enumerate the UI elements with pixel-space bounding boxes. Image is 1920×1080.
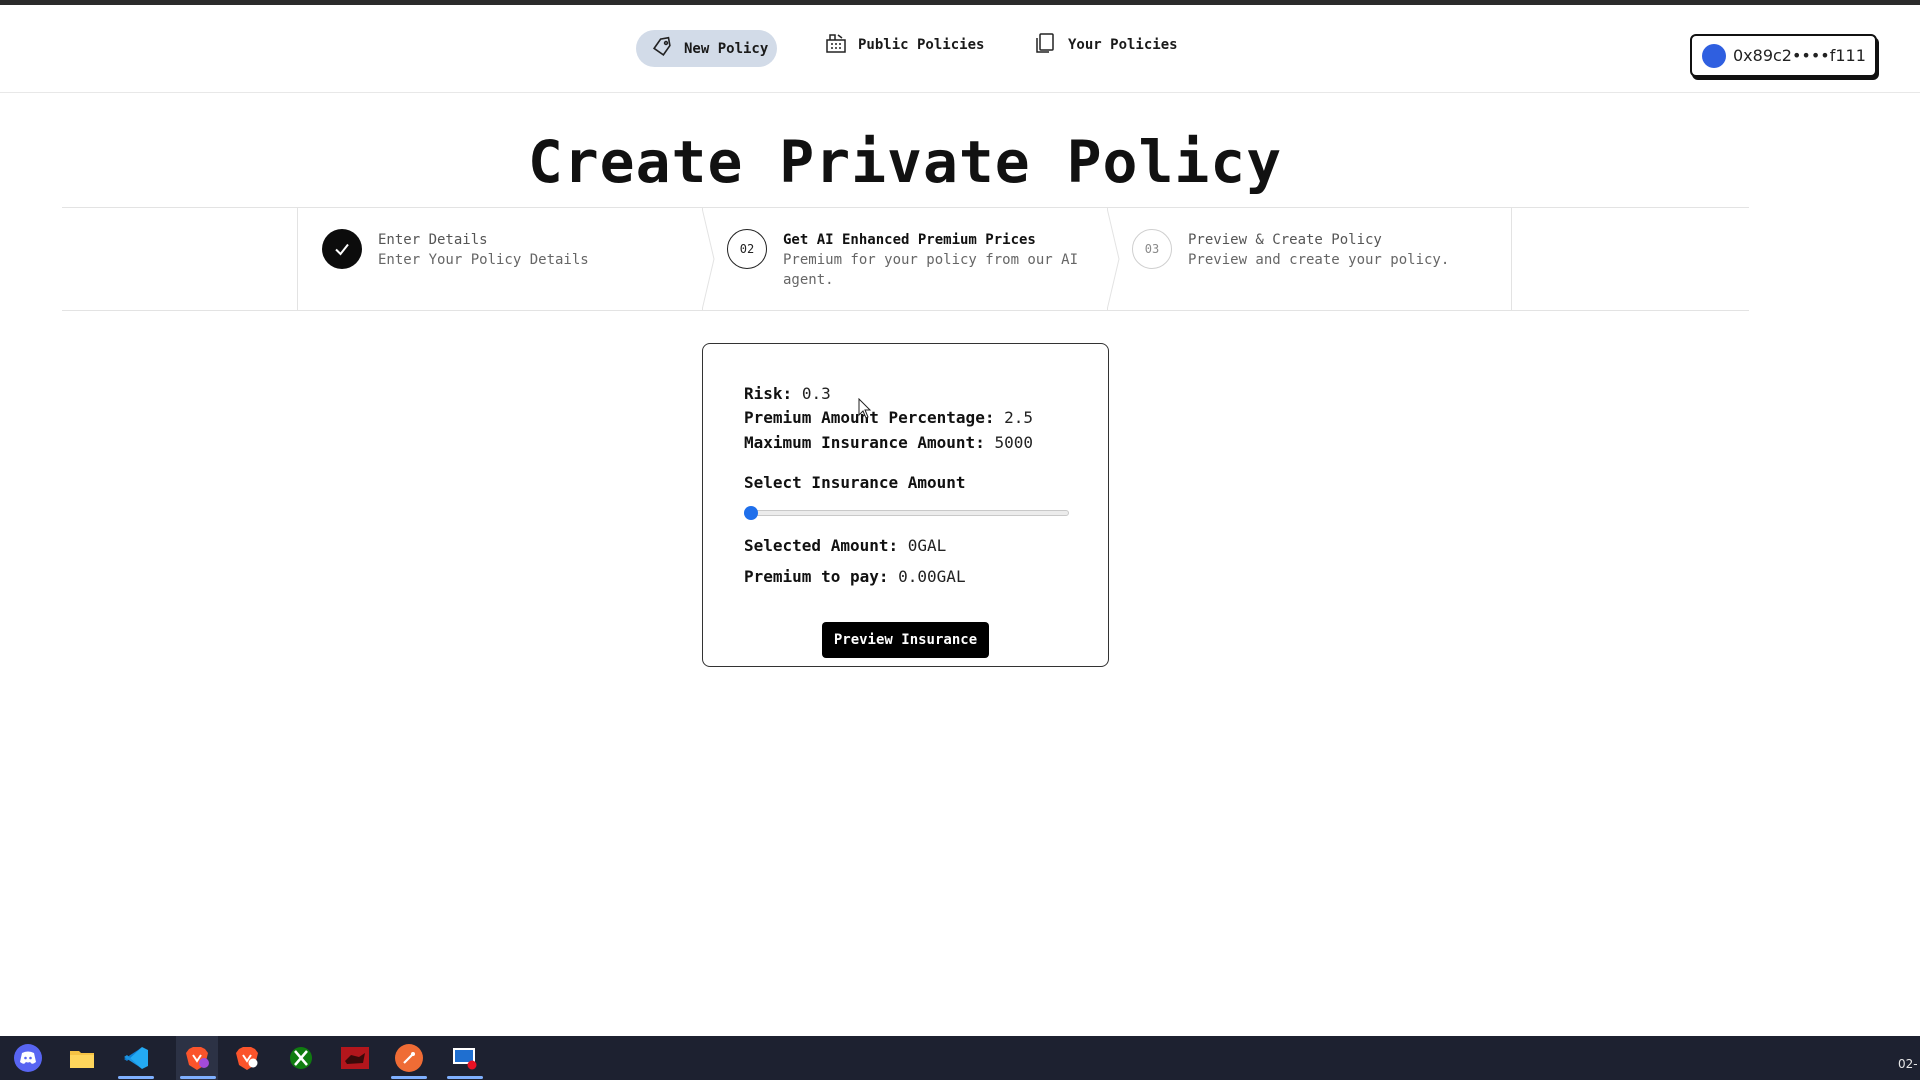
premium-percentage-row: Premium Amount Percentage: 2.5 — [744, 408, 1033, 427]
slider-track[interactable] — [744, 510, 1069, 516]
brave-browser-alt-icon[interactable] — [233, 1044, 261, 1072]
wallet-avatar-icon — [1702, 43, 1726, 68]
max-insurance-label: Maximum Insurance Amount: — [744, 433, 985, 452]
remote-desktop-running-indicator — [447, 1076, 483, 1079]
vscode-icon[interactable] — [122, 1044, 150, 1072]
os-taskbar: 02- — [0, 1036, 1920, 1080]
postman-icon[interactable] — [395, 1044, 423, 1072]
risk-row: Risk: 0.3 — [744, 384, 831, 403]
progress-stepper: Enter Details Enter Your Policy Details … — [62, 207, 1749, 311]
step-title: Preview & Create Policy — [1188, 232, 1382, 248]
step-number: 02 — [727, 229, 767, 269]
check-icon — [322, 229, 362, 269]
premium-to-pay-label: Premium to pay: — [744, 567, 889, 586]
slider-thumb[interactable] — [744, 506, 758, 520]
brave-browser-icon[interactable] — [183, 1044, 211, 1072]
step-description: Enter Your Policy Details — [378, 252, 589, 268]
wallet-address: 0x89c2••••f111 — [1733, 46, 1866, 65]
nav-public-policies-label: Public Policies — [858, 37, 985, 53]
premium-percentage-value: 2.5 — [1004, 408, 1033, 427]
wallet-button[interactable]: 0x89c2••••f111 — [1690, 34, 1877, 77]
step-number: 03 — [1132, 229, 1172, 269]
premium-quote-card: Risk: 0.3 Premium Amount Percentage: 2.5… — [702, 343, 1109, 667]
nav-public-policies[interactable]: Public Policies — [824, 30, 984, 60]
step-separator-chevron-icon — [1107, 208, 1120, 310]
building-icon — [824, 31, 848, 59]
selected-amount-label: Selected Amount: — [744, 536, 899, 555]
selected-amount-row: Selected Amount: 0GAL — [744, 536, 946, 555]
remote-desktop-icon[interactable] — [451, 1044, 479, 1072]
step-description: Preview and create your policy. — [1188, 252, 1450, 268]
step-enter-details: Enter Details Enter Your Policy Details — [297, 208, 702, 310]
tag-icon — [650, 35, 674, 63]
insurance-amount-slider[interactable] — [744, 506, 1069, 520]
vscode-running-indicator — [118, 1076, 154, 1079]
file-explorer-icon[interactable] — [68, 1044, 96, 1072]
nav-new-policy-label: New Policy — [684, 40, 769, 57]
preview-insurance-button[interactable]: Preview Insurance — [822, 622, 989, 658]
page-title: Create Private Policy — [527, 128, 1283, 196]
xbox-icon[interactable] — [287, 1044, 315, 1072]
select-amount-label: Select Insurance Amount — [744, 473, 966, 492]
step-description: Premium for your policy from our AI agen… — [783, 252, 1079, 288]
step-separator-chevron-icon — [702, 208, 715, 310]
nav-your-policies-label: Your Policies — [1068, 37, 1178, 53]
premium-to-pay-row: Premium to pay: 0.00GAL — [744, 567, 966, 586]
discord-icon[interactable] — [14, 1044, 42, 1072]
selected-amount-value: 0GAL — [907, 536, 947, 555]
nav-new-policy[interactable]: New Policy — [636, 30, 777, 67]
mouse-cursor-icon — [858, 398, 872, 419]
max-insurance-row: Maximum Insurance Amount: 5000 — [744, 433, 1033, 452]
step-ai-premium: 02 Get AI Enhanced Premium Prices Premiu… — [702, 208, 1107, 310]
risk-label: Risk: — [744, 384, 793, 403]
document-stack-icon — [1034, 31, 1058, 59]
premium-to-pay-value: 0.00GAL — [898, 567, 966, 586]
nav-your-policies[interactable]: Your Policies — [1034, 30, 1178, 60]
postman-running-indicator — [391, 1076, 427, 1079]
risk-value: 0.3 — [801, 384, 831, 403]
taskbar-clock: 02- — [1898, 1057, 1918, 1071]
max-insurance-value: 5000 — [994, 433, 1033, 452]
step-preview-create: 03 Preview & Create Policy Preview and c… — [1107, 208, 1512, 310]
step-title: Get AI Enhanced Premium Prices — [783, 232, 1036, 248]
step-title: Enter Details — [378, 232, 488, 248]
game-app-icon[interactable] — [341, 1044, 369, 1072]
brave-active-indicator — [180, 1076, 216, 1079]
top-navbar: New Policy Public Policies Your Policies… — [0, 5, 1920, 93]
